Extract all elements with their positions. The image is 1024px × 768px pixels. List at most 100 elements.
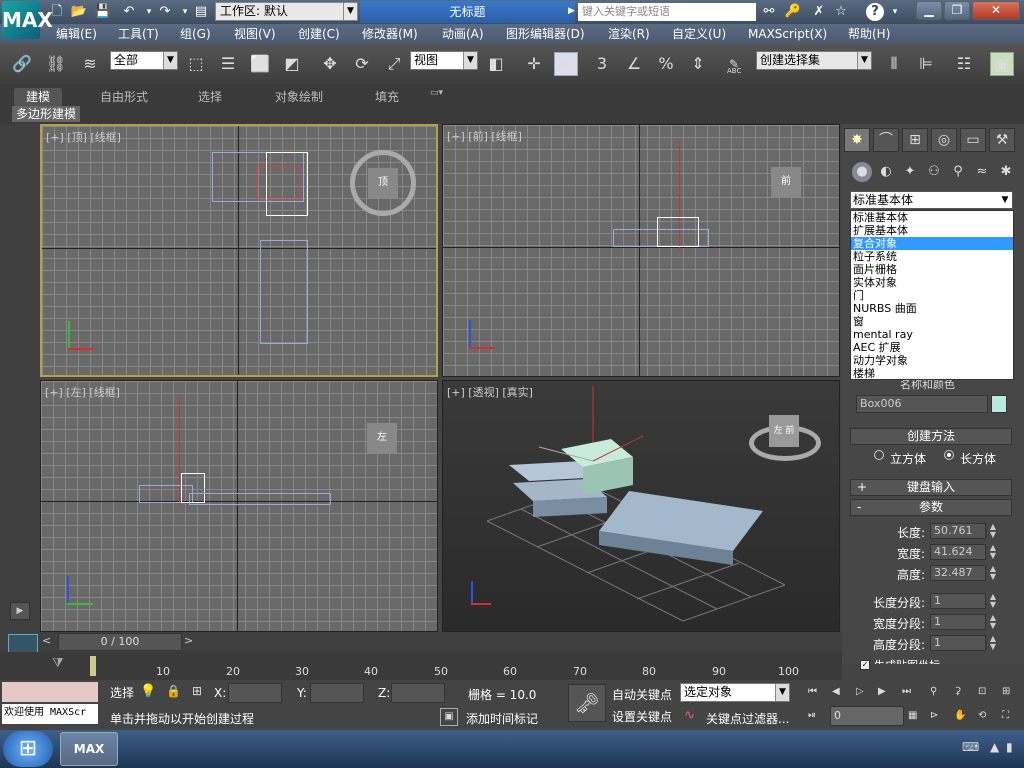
key-filter-select[interactable]: 选定对象 ▼ — [680, 683, 790, 702]
motion-tab-icon[interactable]: ◎ — [931, 128, 957, 152]
dropdown-option[interactable]: 标准基本体 — [851, 211, 1013, 224]
maxscript-listener-mini[interactable] — [2, 682, 98, 702]
menu-edit[interactable]: 编辑(E) — [56, 26, 97, 42]
angle-snap-icon[interactable]: ∠ — [622, 52, 646, 76]
helpers-icon[interactable]: ⚲ — [948, 162, 968, 182]
open-file-icon[interactable]: 📂 — [70, 3, 88, 21]
width-segs-spinner[interactable]: ▲ ▼ — [988, 614, 998, 630]
select-by-name-icon[interactable]: ☰ — [216, 52, 240, 76]
rectangular-selection-icon[interactable]: ⬜ — [248, 52, 272, 76]
select-object-icon[interactable]: ⬚ — [184, 52, 208, 76]
add-time-tag-icon[interactable]: ▣ — [440, 708, 458, 726]
go-to-end-icon[interactable]: ⏭ — [902, 686, 914, 698]
play-icon[interactable]: ▷ — [856, 686, 868, 698]
layer-manager-icon[interactable]: ☷ — [952, 52, 976, 76]
help-icon[interactable]: ? — [866, 3, 884, 21]
maximize-button[interactable]: ❐ — [944, 1, 970, 20]
menu-create[interactable]: 创建(C) — [298, 26, 340, 42]
zoom-extents-icon[interactable]: ⊡ — [978, 686, 990, 698]
key-mode-icon[interactable]: ⏯ — [808, 710, 820, 722]
length-spinner[interactable]: ▲ ▼ — [988, 523, 998, 539]
key-filters-button[interactable]: 关键点过滤器... — [706, 710, 789, 727]
viewcube-icon[interactable]: 前 — [771, 167, 801, 197]
bind-space-warp-icon[interactable]: ≋ — [78, 52, 102, 76]
create-tab-icon[interactable]: ✸ — [844, 128, 870, 152]
menu-help[interactable]: 帮助(H) — [848, 26, 890, 42]
spinner-snap-icon[interactable]: ⇕ — [686, 52, 710, 76]
length-input[interactable]: 50.761 — [930, 523, 986, 539]
current-frame-input[interactable]: 0 — [830, 706, 904, 726]
start-button[interactable]: ⊞ — [3, 731, 53, 767]
dropdown-option[interactable]: AEC 扩展 — [851, 341, 1013, 354]
cube-radio[interactable] — [874, 450, 884, 460]
box-radio-selected[interactable] — [944, 450, 954, 460]
zoom-extents-all-icon[interactable]: ⊞ — [1002, 686, 1014, 698]
set-key-button[interactable]: 设置关键点 — [612, 708, 672, 725]
selection-filter-select[interactable]: 全部 ▼ — [110, 51, 178, 70]
dropdown-option-highlighted[interactable]: 复合对象 — [851, 237, 1013, 250]
ribbon-options-icon[interactable]: ▭▾ — [430, 88, 452, 102]
width-input[interactable]: 41.624 — [930, 544, 986, 560]
search-input[interactable]: 键入关键字或短语 — [578, 3, 756, 21]
window-crossing-icon[interactable]: ◩ — [280, 52, 304, 76]
viewcube-icon[interactable]: 左 前 — [769, 415, 799, 447]
snaps-toggle-icon[interactable]: 3 — [590, 52, 614, 76]
mirror-icon[interactable]: ⫴ — [882, 52, 906, 76]
dropdown-option[interactable]: 粒子系统 — [851, 250, 1013, 263]
previous-frame-icon[interactable]: ◀ — [832, 686, 844, 698]
keyboard-shortcut-override-icon[interactable]: ⏏ — [554, 52, 578, 76]
parameters-rollout[interactable]: - 参数 — [850, 499, 1012, 516]
viewcube-icon[interactable]: 顶 — [368, 168, 398, 198]
dropdown-option[interactable]: 动力学对象 — [851, 354, 1013, 367]
menu-views[interactable]: 视图(V) — [234, 26, 276, 42]
binoculars-icon[interactable]: ⚯ — [760, 3, 778, 21]
zoom-icon[interactable]: ⚲ — [930, 686, 942, 698]
ribbon-tab-object-paint[interactable]: 对象绘制 — [275, 88, 323, 106]
reference-coordinate-select[interactable]: 视图 ▼ — [410, 51, 478, 70]
welcome-text[interactable]: 欢迎使用 MAXScr — [2, 704, 98, 724]
dropdown-option[interactable]: NURBS 曲面 — [851, 302, 1013, 315]
tray-arrow-icon[interactable]: ▲ — [990, 740, 999, 754]
dropdown-option[interactable]: 门 — [851, 289, 1013, 302]
move-icon[interactable]: ✥ — [318, 52, 342, 76]
link-icon[interactable]: 🔗 — [10, 52, 34, 76]
dropdown-option[interactable]: 窗 — [851, 315, 1013, 328]
align-icon[interactable]: ⊫ — [914, 52, 938, 76]
auto-key-button[interactable]: 自动关键点 — [612, 686, 672, 703]
menu-tools[interactable]: 工具(T) — [118, 26, 159, 42]
isolate-selection-icon[interactable]: 💡 — [140, 684, 158, 702]
object-color-swatch[interactable] — [991, 395, 1007, 413]
viewport-left-label[interactable]: [+] [左] [线框] — [45, 384, 120, 400]
lock-selection-icon[interactable]: 🔒 — [166, 684, 182, 702]
taskbar-3dsmax[interactable]: MAX — [60, 732, 118, 766]
set-key-icon[interactable]: 🗝 — [568, 684, 606, 722]
lights-icon[interactable]: ✦ — [900, 162, 920, 182]
percent-snap-icon[interactable]: % — [654, 52, 678, 76]
key-filters-icon[interactable]: ∿ — [684, 708, 695, 723]
y-coord-input[interactable] — [310, 683, 364, 703]
viewport-top[interactable]: [+] [顶] [线框] 顶 — [40, 124, 438, 377]
height-spinner[interactable]: ▲ ▼ — [988, 565, 998, 581]
close-button[interactable]: ✕ — [972, 1, 1020, 20]
time-slider-prev[interactable]: < — [42, 634, 56, 650]
network-tray-icon[interactable]: ▮ — [1006, 740, 1013, 754]
app-logo-button[interactable]: MAX — [2, 1, 53, 39]
height-segs-input[interactable]: 1 — [930, 635, 986, 651]
minimize-button[interactable]: ▁ — [916, 1, 942, 20]
geometry-icon[interactable]: ● — [852, 162, 872, 182]
zoom-all-icon[interactable]: ⚳ — [954, 686, 966, 698]
project-folder-icon[interactable]: ▤ — [192, 3, 210, 21]
width-spinner[interactable]: ▲ ▼ — [988, 544, 998, 560]
communication-center-icon[interactable]: ✗ — [810, 3, 828, 21]
menu-group[interactable]: 组(G) — [180, 26, 211, 42]
gen-mapping-checkbox[interactable]: ✓ — [860, 660, 870, 670]
hierarchy-tab-icon[interactable]: ⊞ — [902, 128, 928, 152]
help-dropdown-icon[interactable]: ▾ — [886, 3, 904, 21]
space-warps-icon[interactable]: ≈ — [972, 162, 992, 182]
length-segs-spinner[interactable]: ▲ ▼ — [988, 593, 998, 609]
object-category-select[interactable]: 标准基本体 ▼ — [850, 191, 1013, 209]
select-manipulate-icon[interactable]: ✛ — [522, 52, 546, 76]
favorites-star-icon[interactable]: ☆ — [832, 3, 850, 21]
menu-customize[interactable]: 自定义(U) — [672, 26, 726, 42]
subscription-key-icon[interactable]: 🔑 — [784, 3, 802, 21]
